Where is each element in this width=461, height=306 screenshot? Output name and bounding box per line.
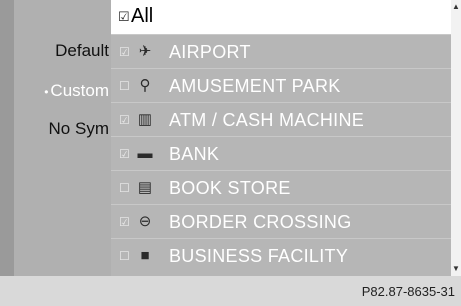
list-item-label: BOOK STORE — [169, 178, 291, 198]
selected-dot-icon: • — [44, 84, 49, 99]
list-item-label: BANK — [169, 144, 220, 164]
scroll-down-icon[interactable]: ▼ — [451, 264, 461, 274]
list-item-atm[interactable]: ☑ ▥ ATM / CASH MACHINE — [111, 102, 451, 137]
navigation-screen: Default • Custom No Sym ☑ All ☑ ✈ AIRPORT… — [0, 0, 461, 276]
list-item-label: AIRPORT — [169, 42, 251, 62]
building-icon: ■ — [140, 247, 150, 264]
checkbox-checked-icon[interactable]: ☑ — [119, 45, 130, 59]
list-item-label: AMUSEMENT PARK — [169, 76, 341, 96]
list-item-bank[interactable]: ☑ ▬ BANK — [111, 136, 451, 171]
figure-reference: P82.87-8635-31 — [361, 284, 455, 299]
menu-item-label: Default — [55, 41, 109, 60]
list-item-label: BUSINESS FACILITY — [169, 246, 349, 266]
menu-item-custom[interactable]: • Custom — [14, 77, 109, 105]
list-item-border-crossing[interactable]: ☑ ⊖ BORDER CROSSING — [111, 204, 451, 239]
list-scrollbar[interactable]: ▲ ▼ — [451, 0, 461, 276]
checkbox-checked-icon[interactable]: ☑ — [119, 147, 130, 161]
list-item-amusement-park[interactable]: ☐ ⚲ AMUSEMENT PARK — [111, 68, 451, 103]
checkbox-checked-icon[interactable]: ☑ — [119, 215, 130, 229]
menu-item-default[interactable]: Default — [14, 37, 109, 65]
list-item-airport[interactable]: ☑ ✈ AIRPORT — [111, 34, 451, 69]
menu-item-label: Custom — [50, 81, 109, 100]
balloons-icon: ⚲ — [139, 77, 151, 94]
checkbox-unchecked-icon[interactable]: ☐ — [119, 79, 130, 93]
list-item-label: ATM / CASH MACHINE — [169, 110, 365, 130]
checkbox-checked-icon[interactable]: ☑ — [118, 9, 130, 25]
menu-item-no-sym[interactable]: No Sym — [14, 115, 109, 143]
list-item-book-store[interactable]: ☐ ▤ BOOK STORE — [111, 170, 451, 205]
airplane-icon: ✈ — [138, 43, 152, 60]
list-item-business-facility[interactable]: ☐ ■ BUSINESS FACILITY — [111, 238, 451, 273]
bank-icon: ▬ — [137, 145, 153, 162]
scroll-up-icon[interactable]: ▲ — [451, 2, 461, 12]
list-item-label: All — [131, 5, 154, 27]
left-edge-strip — [0, 0, 14, 276]
checkbox-unchecked-icon[interactable]: ☐ — [119, 249, 130, 263]
list-item-all[interactable]: ☑ All — [111, 0, 451, 34]
atm-icon: ▥ — [137, 111, 153, 128]
book-icon: ▤ — [137, 179, 153, 196]
checkbox-unchecked-icon[interactable]: ☐ — [119, 181, 130, 195]
list-item-label: BORDER CROSSING — [169, 212, 352, 232]
menu-item-label: No Sym — [48, 119, 109, 138]
symbol-menu: Default • Custom No Sym — [14, 0, 111, 276]
checkbox-checked-icon[interactable]: ☑ — [119, 113, 130, 127]
border-crossing-icon: ⊖ — [138, 213, 152, 230]
poi-category-list: ☑ All ☑ ✈ AIRPORT ☐ ⚲ AMUSEMENT PARK ☑ ▥… — [111, 0, 451, 276]
